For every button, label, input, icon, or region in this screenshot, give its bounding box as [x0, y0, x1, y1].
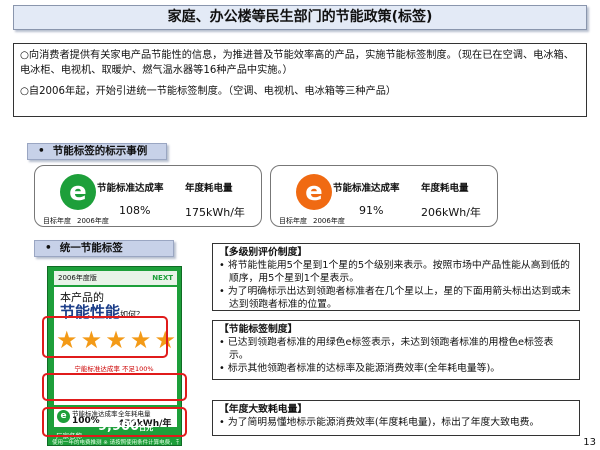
logo-caption: 目标年度 2006年度 [279, 216, 351, 226]
label-note: 宁能标准达成率 不足100% [74, 365, 154, 373]
intro-paragraph-2: ○自2006年起，开始引进统一节能标签制度。（空调、电视机、电冰箱等三种产品） [20, 86, 397, 97]
info-item: 将节能性能用5个星到1个星的5个级别来表示。按照市场中产品性能从高到低的顺序，用… [219, 259, 573, 285]
highlight-label-frame [42, 373, 187, 401]
label-footer: 使用一年的电费推测 ※ 请按照使用条件计算电费，节能性能的表示 [52, 440, 179, 446]
info-box-title: 【多级别评价制度】 [219, 247, 308, 258]
section-bullet: • [38, 145, 45, 157]
info-box-title: 【节能标签制度】 [219, 324, 298, 335]
example-green-label: e 目标年度 2006年度 节能标准达成率 年度耗电量 108% 175kWh/年 [34, 165, 262, 227]
logo-caption: 目标年度 2006年度 [43, 216, 115, 226]
info-item: 标示其他领跑者标准的达标率及能源消费效率(全年耗电量等)。 [219, 362, 573, 375]
orange-e-logo-icon: e [296, 174, 332, 210]
label-year-strip: 2006年度版 NEXT [54, 271, 177, 285]
logo-char: e [305, 177, 323, 207]
info-box-label-system: 【节能标签制度】 已达到领跑者标准的用绿色e标签表示，未达到领跑者标准的用橙色e… [212, 320, 580, 380]
target-year-value: 2006年度 [77, 217, 109, 225]
info-box-rating: 【多级别评价制度】 将节能性能用5个星到1个星的5个级别来表示。按照市场中产品性… [212, 243, 580, 311]
section-header-unified: • 统一节能标签 [34, 240, 174, 257]
target-year-label: 目标年度 [279, 217, 307, 225]
highlight-cost-frame [42, 407, 187, 437]
intro-box: ○向消费者提供有关家电产品节能性的信息，为推进普及节能效率高的产品，实施节能标签… [13, 43, 587, 117]
label-year: 2006年度版 [58, 274, 97, 282]
label-brand: NEXT [152, 274, 173, 282]
section-bullet: • [45, 242, 52, 254]
section-label: 节能标签的标示事例 [52, 145, 148, 157]
target-year-value: 2006年度 [313, 217, 345, 225]
section-label: 统一节能标签 [59, 242, 123, 254]
consumption-value: 175kWh/年 [185, 206, 245, 219]
info-box-annual-consumption: 【年度大致耗电量】 为了简明易懂地标示能源消费效率(年度耗电量)，标出了年度大致… [212, 400, 580, 436]
example-orange-label: e 目标年度 2006年度 节能标准达成率 年度耗电量 91% 206kWh/年 [270, 165, 498, 227]
page-number: 13 [583, 437, 596, 448]
section-header-examples: • 节能标签的标示事例 [27, 143, 167, 160]
highlight-stars-frame [42, 316, 168, 358]
consumption-value: 206kWh/年 [421, 206, 481, 219]
col-head-achievement: 节能标准达成率 [97, 183, 164, 194]
info-item: 为了简明易懂地标示能源消费效率(年度耗电量)，标出了年度大致电费。 [219, 416, 573, 429]
col-head-consumption: 年度耗电量 [421, 183, 469, 194]
page-title: 家庭、办公楼等民生部门的节能政策(标签) [13, 5, 587, 30]
target-year-label: 目标年度 [43, 217, 71, 225]
achievement-value: 91% [359, 204, 384, 217]
info-box-title: 【年度大致耗电量】 [219, 404, 308, 415]
green-e-logo-icon: e [60, 174, 96, 210]
col-head-consumption: 年度耗电量 [185, 183, 233, 194]
achievement-value: 108% [119, 204, 151, 217]
intro-paragraph-1: ○向消费者提供有关家电产品节能性的信息，为推进普及节能效率高的产品，实施节能标签… [20, 50, 574, 76]
info-item: 为了明确标示出达到领跑者标准者在几个星以上，星的下面用箭头标出达到或未达到领跑者… [219, 285, 573, 311]
info-item: 已达到领跑者标准的用绿色e标签表示，未达到领跑者标准的用橙色e标签表示。 [219, 336, 573, 362]
logo-char: e [69, 177, 87, 207]
col-head-achievement: 节能标准达成率 [333, 183, 400, 194]
